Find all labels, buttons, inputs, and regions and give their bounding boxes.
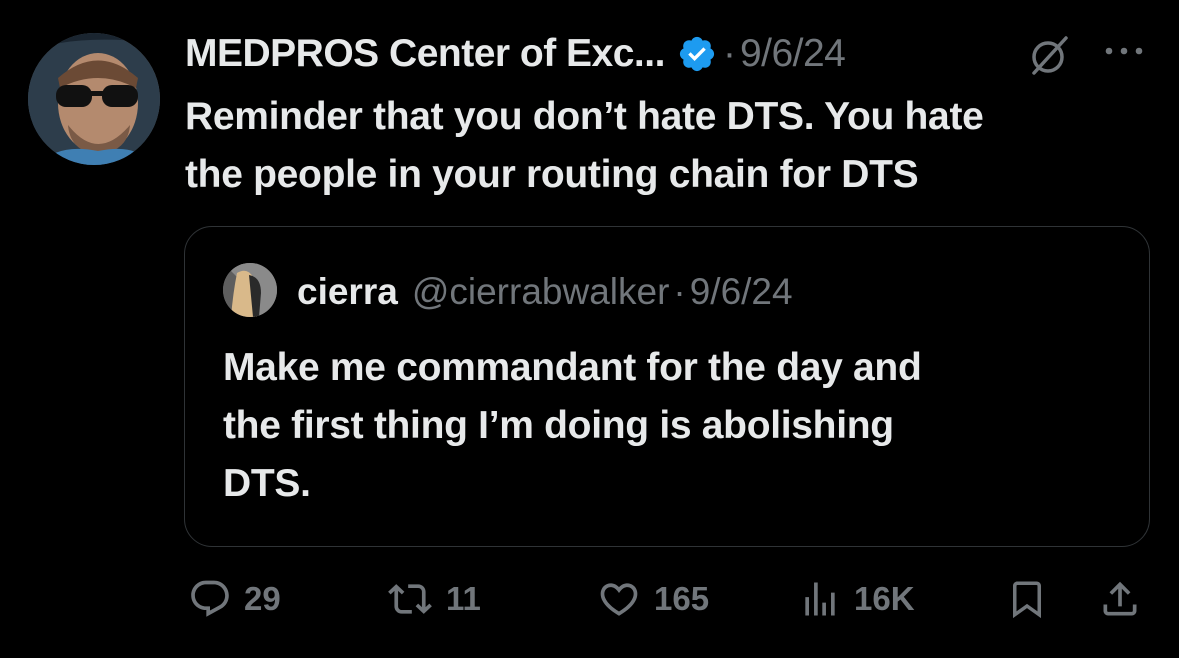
author-avatar[interactable] — [28, 33, 160, 165]
reply-button[interactable]: 29 — [188, 577, 281, 621]
views-icon — [805, 582, 835, 616]
reply-count: 29 — [244, 580, 281, 617]
repost-icon — [388, 584, 432, 614]
tweet-text: Reminder that you don’t hate DTS. You ha… — [185, 95, 984, 196]
tweet-header: MEDPROS Center of Exc... · 9/6/24 — [185, 28, 846, 80]
quoted-tweet-text: Make me commandant for the day and the f… — [223, 346, 922, 505]
share-icon — [1103, 581, 1137, 616]
like-button[interactable]: 165 — [596, 577, 709, 621]
share-button[interactable] — [1098, 577, 1142, 621]
views-button[interactable]: 16K — [798, 577, 915, 621]
repost-button[interactable]: 11 — [386, 577, 481, 621]
reply-icon — [191, 580, 229, 617]
quoted-header-separator: · — [673, 271, 686, 312]
tweet-date[interactable]: 9/6/24 — [740, 32, 846, 76]
grok-icon[interactable] — [1026, 32, 1072, 78]
heart-icon — [600, 583, 638, 616]
quoted-author-avatar-image — [223, 263, 277, 317]
quoted-author-handle[interactable]: @cierrabwalker — [412, 271, 670, 313]
bookmark-icon — [1013, 581, 1041, 619]
quoted-author-name[interactable]: cierra — [297, 271, 398, 313]
header-separator: · — [722, 32, 736, 75]
views-count: 16K — [854, 580, 915, 617]
repost-count: 11 — [446, 580, 481, 617]
bookmark-button[interactable] — [1006, 577, 1048, 621]
verified-badge-icon[interactable] — [677, 34, 717, 74]
author-avatar-image — [28, 33, 160, 165]
quoted-tweet-card[interactable]: cierra @cierrabwalker · 9/6/24 Make me c… — [184, 226, 1150, 547]
quoted-tweet-date: 9/6/24 — [689, 271, 793, 312]
quoted-tweet-header: cierra @cierrabwalker · 9/6/24 — [297, 269, 793, 315]
more-options-icon[interactable] — [1102, 40, 1146, 62]
author-name[interactable]: MEDPROS Center of Exc... — [185, 32, 665, 76]
quoted-author-avatar[interactable] — [223, 263, 277, 317]
like-count: 165 — [654, 580, 710, 617]
